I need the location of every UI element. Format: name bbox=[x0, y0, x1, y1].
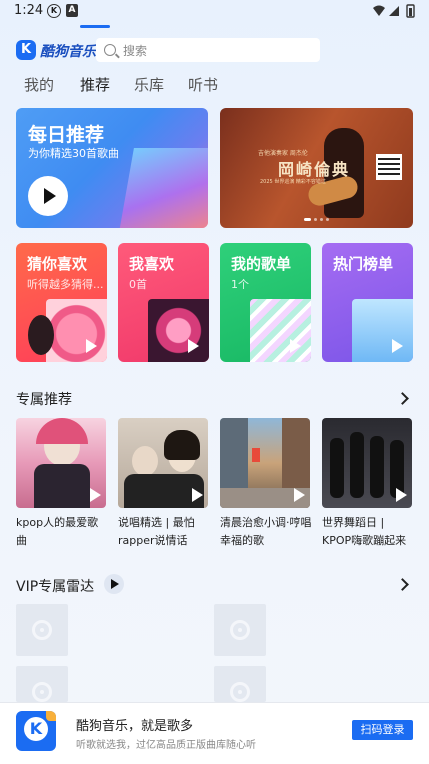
song-cover-placeholder[interactable] bbox=[214, 666, 266, 702]
kugou-logo: K 酷狗音乐 bbox=[16, 38, 96, 62]
status-time: 1:24 bbox=[14, 3, 44, 18]
mini-card-subtitle: 0首 bbox=[129, 278, 147, 291]
my-playlists-card[interactable]: 我的歌单 1个 bbox=[220, 243, 311, 362]
search-input[interactable]: 搜索 bbox=[96, 38, 320, 62]
login-promo-bar: K 酷狗音乐，就是歌多 听歌就选我，过亿高品质正版曲库随心听 扫码登录 bbox=[0, 702, 429, 764]
qr-code-icon bbox=[376, 154, 402, 180]
banner-page-dots bbox=[304, 218, 334, 222]
app-notification-icon: A bbox=[66, 4, 78, 17]
search-placeholder: 搜索 bbox=[123, 44, 148, 58]
app-header: K 酷狗音乐 搜索 bbox=[16, 38, 320, 62]
scan-login-button[interactable]: 扫码登录 bbox=[352, 720, 413, 740]
active-tab-indicator bbox=[80, 25, 110, 28]
mini-card-title: 热门榜单 bbox=[333, 255, 394, 273]
exclusive-section-title: 专属推荐 bbox=[16, 392, 72, 408]
daily-recommend-title: 每日推荐 bbox=[28, 124, 105, 146]
song-cover-placeholder[interactable] bbox=[16, 666, 68, 702]
kugou-logo-text: 酷狗音乐 bbox=[40, 44, 96, 60]
playlist-name: kpop人的最爱歌曲 bbox=[16, 516, 99, 547]
mini-card-title: 我的歌单 bbox=[231, 255, 292, 273]
playlist-name: 说唱精选 | 最怕rapper说情话 bbox=[118, 516, 195, 547]
tab-library[interactable]: 乐库 bbox=[134, 74, 164, 95]
tab-audiobooks[interactable]: 听书 bbox=[188, 74, 218, 95]
kugou-notification-icon: K bbox=[47, 4, 61, 18]
play-icon bbox=[294, 488, 305, 502]
play-icon bbox=[90, 488, 101, 502]
tab-recommend[interactable]: 推荐 bbox=[80, 74, 110, 95]
chevron-right-icon[interactable] bbox=[396, 578, 409, 591]
daily-recommend-card[interactable]: 每日推荐 为你精选30首歌曲 bbox=[16, 108, 208, 228]
kugou-logo-icon: K bbox=[16, 40, 36, 60]
song-cover-placeholder[interactable] bbox=[16, 604, 68, 656]
cubes-art bbox=[352, 299, 413, 362]
headphones-art bbox=[46, 299, 107, 362]
chevron-right-icon[interactable] bbox=[396, 392, 409, 405]
mini-card-subtitle: 1个 bbox=[231, 278, 249, 291]
promo-title: 酷狗音乐，就是歌多 bbox=[76, 719, 194, 734]
playlist-name: 清晨治愈小调·哼唱幸福的歌 bbox=[220, 516, 312, 547]
play-icon bbox=[188, 339, 199, 353]
play-icon bbox=[396, 488, 407, 502]
kugou-app-icon: K bbox=[16, 711, 56, 751]
my-likes-card[interactable]: 我喜欢 0首 bbox=[118, 243, 209, 362]
search-icon bbox=[104, 44, 116, 56]
daily-play-button[interactable] bbox=[28, 176, 68, 216]
mini-card-title: 我喜欢 bbox=[129, 255, 175, 273]
playlist-name: 世界舞蹈日 | KPOP嗨歌蹦起来 bbox=[322, 516, 407, 547]
guess-you-like-card[interactable]: 猜你喜欢 听得越多猜得... bbox=[16, 243, 107, 362]
heart-art bbox=[148, 299, 209, 362]
mini-card-title: 猜你喜欢 bbox=[27, 255, 88, 273]
play-icon bbox=[392, 339, 403, 353]
status-bar: 1:24 K A bbox=[0, 0, 429, 24]
kugou-logo-letter: K bbox=[24, 717, 48, 741]
promo-subtitle: 听歌就选我，过亿高品质正版曲库随心听 bbox=[76, 740, 256, 751]
vip-radar-play-button[interactable] bbox=[104, 574, 124, 594]
play-icon bbox=[290, 339, 301, 353]
play-icon bbox=[86, 339, 97, 353]
vinyl-icon bbox=[28, 315, 54, 355]
banner-title: 岡崎倫典 bbox=[278, 160, 351, 179]
promo-banner[interactable]: 吉他演奏家 周杰伦 岡崎倫典 2025 世界巡演 精彩不容错过 bbox=[220, 108, 413, 228]
play-icon bbox=[192, 488, 203, 502]
mini-card-subtitle: 听得越多猜得... bbox=[27, 278, 104, 291]
song-cover-placeholder[interactable] bbox=[214, 604, 266, 656]
wifi-battery-icon bbox=[373, 4, 415, 18]
daily-recommend-subtitle: 为你精选30首歌曲 bbox=[28, 147, 119, 160]
vip-radar-section-title: VIP专属雷达 bbox=[16, 579, 95, 595]
tab-mine[interactable]: 我的 bbox=[24, 74, 54, 95]
staircase-art bbox=[250, 299, 311, 362]
hot-charts-card[interactable]: 热门榜单 bbox=[322, 243, 413, 362]
banner-subline: 2025 世界巡演 精彩不容错过 bbox=[260, 179, 326, 185]
